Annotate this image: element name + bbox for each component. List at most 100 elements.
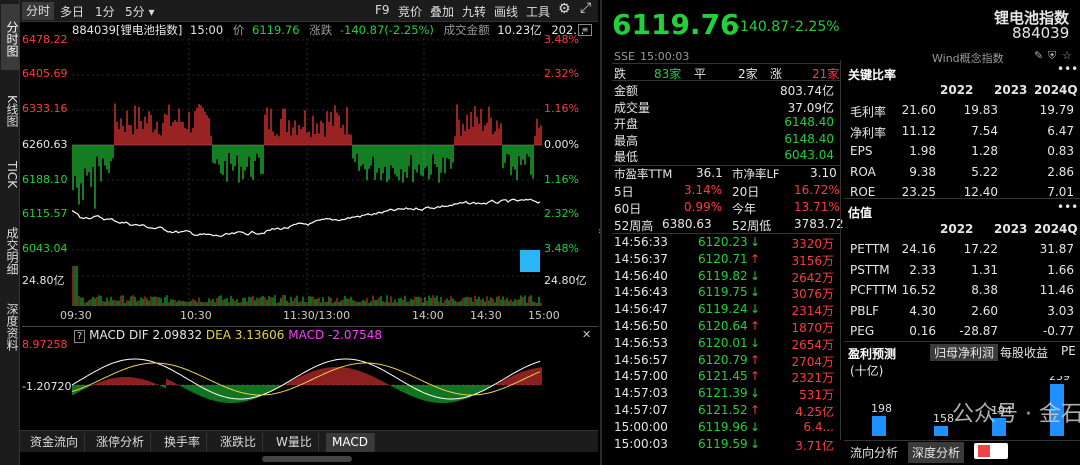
forecast-tab-pe[interactable]: PE — [1061, 344, 1076, 358]
d60-label: 60日 — [614, 202, 642, 216]
tick-price: 6120.71 — [698, 251, 748, 266]
edit-icon[interactable]: ✎ — [1034, 49, 1043, 62]
tab-turnover[interactable]: 换手率 — [158, 433, 208, 452]
forecast-value: 239 — [1049, 376, 1070, 383]
tick-volume: 6.4... — [803, 419, 834, 434]
stat-label: 最低 — [614, 150, 639, 164]
axis-right-7: 3.48% — [544, 242, 579, 255]
tab-multi-day[interactable]: 多日 — [60, 3, 84, 20]
tick-price: 6120.23 — [698, 235, 748, 249]
axis-left-1: 6478.22 — [22, 33, 68, 46]
tab-depth-info[interactable]: 深度资料 — [1, 294, 19, 360]
macd-dea-label: DEA — [205, 328, 231, 342]
ratio-label: 净利率 — [850, 125, 887, 140]
tab-depth-analysis[interactable]: 深度分析 — [908, 442, 965, 463]
intraday-chart[interactable] — [72, 38, 542, 308]
ratio-value: -28.87 — [959, 324, 998, 338]
quote-price: 6119.76 — [612, 8, 740, 41]
tab-flow-analysis[interactable]: 流向分析 — [850, 444, 898, 461]
tab-k-line[interactable]: K线图 — [1, 86, 19, 136]
tick-price: 6119.96 — [698, 419, 748, 434]
arrow-down-icon: ↓ — [750, 285, 761, 300]
arrow-down-icon: ↓ — [750, 386, 761, 401]
auction-button[interactable]: 竞价 — [398, 3, 422, 20]
d5-value: 3.14% — [684, 183, 723, 197]
stat-label: 成交量 — [614, 100, 651, 115]
horizontal-scrollbar[interactable] — [262, 456, 352, 462]
tick-time: 14:57:00 — [614, 369, 668, 384]
pb-label: 市净率LF — [732, 167, 780, 181]
search-box[interactable] — [974, 443, 1008, 459]
dif-line — [72, 358, 541, 400]
tab-capital-flow[interactable]: 资金流向 — [24, 433, 86, 452]
tab-5min-dropdown[interactable]: 5分 ▾ — [125, 3, 154, 20]
ratio-value: -0.77 — [1042, 324, 1074, 338]
tab-w-volume-ratio[interactable]: W量比 — [270, 433, 319, 452]
ratio-value: 1.66 — [1047, 262, 1074, 277]
axis-left-3: 6333.16 — [22, 102, 68, 115]
volume-marker-icon — [520, 250, 540, 272]
valuation-more-icon[interactable]: ••• — [1057, 200, 1078, 214]
key-ratios-more-icon[interactable]: ••• — [1057, 62, 1078, 76]
valuation-title: 估值 — [848, 206, 873, 220]
tick-time: 14:56:50 — [614, 319, 668, 333]
tab-intraday[interactable]: 分时 — [22, 2, 55, 20]
axis-left-6: 6115.57 — [22, 207, 68, 220]
forecast-tab-eps[interactable]: 每股收益 — [1000, 344, 1048, 361]
tick-volume: 3.71亿 — [795, 438, 834, 453]
tick-price: 6119.82 — [698, 268, 748, 283]
tab-macd[interactable]: MACD — [326, 433, 375, 452]
ratio-value: 21.60 — [901, 103, 936, 117]
tab-rise-fall-ratio[interactable]: 涨跌比 — [214, 433, 264, 452]
tick-time: 14:56:33 — [614, 235, 668, 249]
tick-time: 14:56:53 — [614, 335, 668, 350]
info-amount: 10.23亿 — [497, 23, 542, 37]
nine-turn-button[interactable]: 九转 — [462, 3, 486, 20]
info-toggle-icon[interactable]: ≡ — [578, 24, 592, 36]
time-1130-1300: 11:30/13:00 — [283, 309, 351, 322]
macd-chart[interactable] — [72, 342, 542, 428]
tick-price: 6121.45 — [698, 369, 748, 384]
chart-grid — [72, 38, 542, 308]
tick-volume: 1870万 — [791, 321, 834, 335]
arrow-down-icon: ↓ — [750, 268, 761, 283]
tools-button[interactable]: 工具 — [526, 3, 550, 20]
overlay-button[interactable]: 叠加 — [430, 3, 454, 20]
tick-volume: 3156万 — [791, 253, 834, 268]
tab-1min[interactable]: 1分 — [95, 3, 115, 20]
settings-gear-icon[interactable]: ⚙ — [558, 1, 571, 17]
time-1030: 10:30 — [180, 309, 212, 322]
tick-time: 14:56:37 — [614, 251, 668, 266]
draw-line-button[interactable]: 画线 — [494, 3, 518, 20]
ratio-value: 6.47 — [1047, 123, 1074, 138]
indicator-tabs: 资金流向 涨停分析 换手率 涨跌比 W量比 MACD — [20, 430, 598, 452]
expand-icon[interactable]: ⤢ — [580, 0, 591, 16]
f9-button[interactable]: F9 — [375, 3, 390, 17]
star-icon[interactable]: ☆ — [1062, 49, 1072, 62]
macd-close-icon[interactable]: ✕ — [582, 328, 591, 341]
tab-trade-detail[interactable]: 成交明细 — [1, 218, 19, 284]
macd-dif-label: DIF — [128, 328, 149, 342]
ratio-value: 9.38 — [909, 164, 936, 179]
chart-toolbar: 分时 多日 1分 5分 ▾ F9 竞价 叠加 九转 画线 工具 ⚙ ⤢ — [20, 0, 598, 22]
shield-icon[interactable]: ⛨ — [1048, 49, 1056, 63]
tick-price: 6121.52 — [698, 403, 748, 417]
year-header: 2023 — [994, 222, 1028, 236]
arrow-down-icon: ↓ — [750, 436, 761, 451]
ratio-value: 2.86 — [1047, 164, 1074, 179]
index-code: 884039[锂电池指数] — [72, 23, 183, 37]
axis-left-7: 6043.04 — [22, 242, 68, 255]
macd-divider — [22, 326, 598, 327]
tab-tick[interactable]: TICK — [1, 144, 19, 206]
macd-header: ? MACD DIF 2.09832 DEA 3.13606 MACD -2.0… — [74, 328, 382, 343]
year-header: 2024Q — [1034, 222, 1078, 236]
time-1400: 14:00 — [412, 309, 444, 322]
forecast-value: 158 — [933, 412, 954, 425]
tick-time: 15:00:00 — [614, 419, 668, 434]
forecast-tab-net-profit[interactable]: 归母净利润 — [930, 344, 999, 361]
tab-minute-chart[interactable]: 分时图 — [1, 4, 19, 70]
year-header: 2022 — [940, 222, 974, 236]
tab-limit-up-analysis[interactable]: 涨停分析 — [90, 433, 152, 452]
quote-exchange: SSE — [614, 50, 635, 63]
d20-label: 20日 — [732, 185, 760, 199]
